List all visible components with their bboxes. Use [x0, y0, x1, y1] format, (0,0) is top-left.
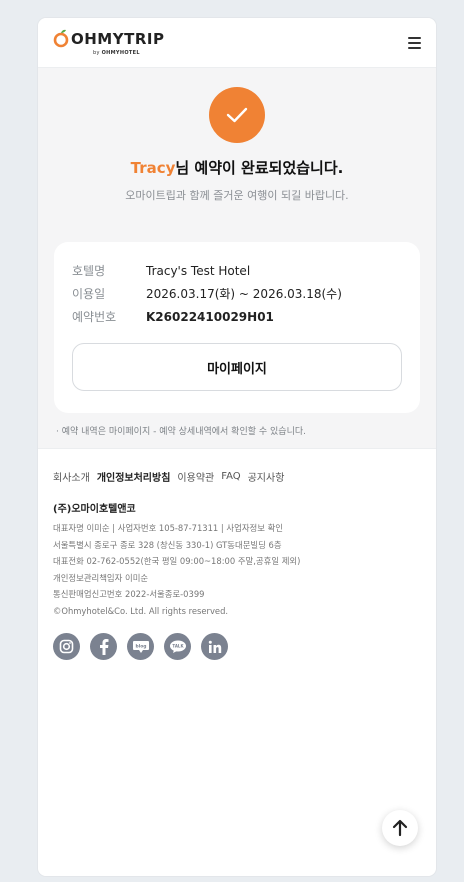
arrow-up-icon [392, 819, 408, 837]
footer-link-privacy[interactable]: 개인정보처리방침 [97, 469, 171, 484]
blog-icon[interactable]: blog [127, 633, 154, 660]
check-icon [209, 87, 265, 143]
company-name: (주)오마이호텔앤코 [53, 504, 136, 515]
stay-dates: 2026.03.17(화) ~ 2026.03.18(수) [146, 287, 342, 301]
linkedin-icon[interactable] [201, 633, 228, 660]
svg-text:blog: blog [135, 643, 146, 649]
row-label: 이용일 [72, 287, 106, 301]
hamburger-icon [408, 36, 421, 39]
instagram-icon[interactable] [53, 633, 80, 660]
footer-link-notice[interactable]: 공지사항 [248, 469, 285, 484]
info-line: 통신판매업신고번호 2022-서울종로-0399 [53, 589, 205, 599]
menu-button[interactable] [403, 35, 421, 51]
guest-name: Tracy [130, 159, 176, 177]
info-line: 대표자명 이미순 | 사업자번호 105-87-71311 | 사업자정보 확인 [53, 523, 284, 533]
booking-row-dates: 이용일 2026.03.17(화) ~ 2026.03.18(수) [72, 283, 402, 306]
scroll-top-button[interactable] [382, 810, 418, 846]
facebook-icon[interactable] [90, 633, 117, 660]
info-line: 대표전화 02-762-0552(한국 평일 09:00~18:00 주말,공휴… [53, 556, 301, 566]
booking-row-hotel: 호텔명 Tracy's Test Hotel [72, 260, 402, 283]
row-label: 예약번호 [72, 310, 117, 324]
sns-links: blog TALK [53, 633, 421, 660]
confirmation-subtitle: 오마이트립과 함께 즐거운 여행이 되길 바랍니다. [125, 189, 349, 202]
confirmation-title: Tracy님 예약이 완료되었습니다. [130, 159, 344, 177]
kakaotalk-icon[interactable]: TALK [164, 633, 191, 660]
logo-text: OHMYTRIP [71, 29, 165, 48]
confirmation-section: Tracy님 예약이 완료되었습니다. 오마이트립과 함께 즐거운 여행이 되길… [38, 68, 436, 203]
booking-row-number: 예약번호 K26022410029H01 [72, 306, 402, 329]
footer-links: 회사소개 개인정보처리방침 이용약관 FAQ 공지사항 [53, 469, 421, 484]
footer-link-faq[interactable]: FAQ [221, 471, 240, 482]
info-note: · 예약 내역은 마이페이지 - 예약 상세내역에서 확인할 수 있습니다. [56, 427, 306, 437]
ohmytrip-logo[interactable]: OHMYTRIP by OHMYHOTEL [53, 29, 164, 56]
logo-byline: by OHMYHOTEL [93, 50, 140, 56]
row-label: 호텔명 [72, 264, 106, 278]
footer-link-about[interactable]: 회사소개 [53, 469, 90, 484]
page-frame: OHMYTRIP by OHMYHOTEL Tracy님 예약이 완료되었습니다… [38, 18, 436, 876]
footer-link-terms[interactable]: 이용약관 [177, 469, 214, 484]
info-line: ©Ohmyhotel&Co. Ltd. All rights reserved. [53, 605, 229, 616]
booking-card: 호텔명 Tracy's Test Hotel 이용일 2026.03.17(화)… [54, 242, 420, 413]
top-header: OHMYTRIP by OHMYHOTEL [38, 18, 436, 68]
info-line: 서울특별시 종로구 종로 328 (창신동 330-1) GT동대문빌딩 6층 [53, 539, 282, 550]
hotel-name: Tracy's Test Hotel [146, 264, 251, 278]
footer: 회사소개 개인정보처리방침 이용약관 FAQ 공지사항 (주)오마이호텔앤코 대… [38, 448, 436, 876]
svg-text:TALK: TALK [172, 643, 184, 648]
reservation-number: K26022410029H01 [146, 310, 274, 324]
company-info: 대표자명 이미순 | 사업자번호 105-87-71311 | 사업자정보 확인… [53, 520, 421, 619]
mypage-button[interactable]: 마이페이지 [72, 343, 402, 391]
info-line: 개인정보관리책임자 이미순 [53, 572, 149, 583]
orange-logo-icon [53, 29, 69, 48]
